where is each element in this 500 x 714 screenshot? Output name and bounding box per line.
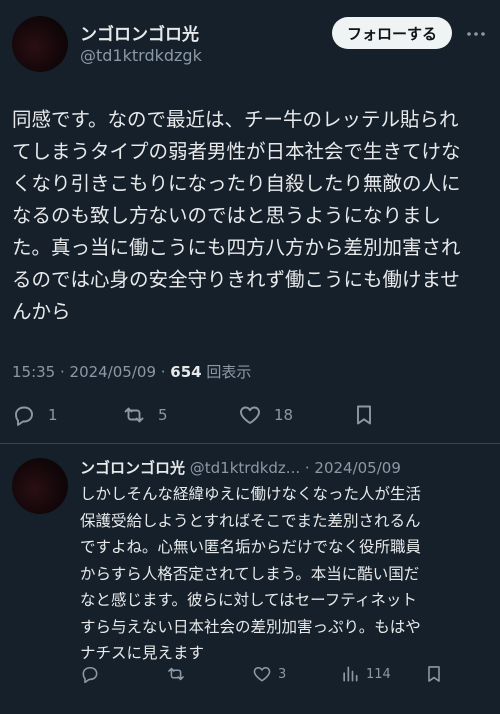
reply-like-button[interactable]: 3 bbox=[252, 664, 286, 684]
reply-button[interactable]: 1 bbox=[12, 403, 58, 427]
reply-bubble-icon bbox=[82, 666, 98, 684]
reply-retweet-button[interactable] bbox=[166, 664, 192, 684]
reply-bubble-icon bbox=[15, 406, 33, 426]
reply-display-name[interactable]: ンゴロンゴロ光 bbox=[80, 459, 185, 477]
follow-button[interactable]: フォローする bbox=[332, 17, 452, 49]
bookmark-icon bbox=[428, 666, 440, 682]
reply-views-count: 114 bbox=[366, 666, 391, 682]
like-button[interactable]: 18 bbox=[238, 403, 293, 427]
reply-views-button[interactable]: 114 bbox=[340, 664, 391, 684]
heart-icon bbox=[253, 666, 271, 682]
retweet-count: 5 bbox=[158, 406, 168, 424]
bookmark-icon bbox=[357, 405, 371, 425]
tweet-timestamp[interactable]: 15:35 · 2024/05/09 · bbox=[12, 363, 170, 381]
reply-handle[interactable]: @td1ktrdkdz... bbox=[185, 459, 300, 477]
analytics-bars-icon bbox=[343, 666, 358, 682]
retweet-icon bbox=[168, 667, 184, 681]
reply-avatar[interactable] bbox=[12, 458, 68, 514]
reply-like-count: 3 bbox=[278, 666, 287, 682]
like-count: 18 bbox=[274, 406, 294, 424]
more-dots-icon[interactable] bbox=[466, 24, 486, 44]
views-count: 654 bbox=[170, 363, 202, 381]
tweet-text: 同感です。なので最近は、チー牛のレッテル貼られ てしまうタイプの弱者男性が日本社… bbox=[12, 108, 461, 323]
reply-text: しかしそんな経緯ゆえに働けなくなった人が生活 保護受給しようとすればそこでまた差… bbox=[80, 485, 422, 662]
bookmark-button[interactable] bbox=[352, 403, 376, 427]
reply-bookmark-button[interactable] bbox=[424, 664, 444, 684]
reply-count: 1 bbox=[48, 406, 58, 424]
views-label: 回表示 bbox=[201, 363, 252, 381]
display-name[interactable]: ンゴロンゴロ光 bbox=[80, 20, 199, 45]
reply-date[interactable]: · 2024/05/09 bbox=[300, 459, 401, 477]
reply-header: ンゴロンゴロ光 @td1ktrdkdz... · 2024/05/09 bbox=[80, 457, 490, 478]
user-handle[interactable]: @td1ktrdkdzgk bbox=[80, 46, 202, 65]
heart-icon bbox=[240, 406, 260, 424]
retweet-icon bbox=[124, 407, 144, 423]
divider bbox=[0, 443, 500, 444]
avatar[interactable] bbox=[12, 16, 68, 72]
reply-reply-button[interactable] bbox=[80, 664, 106, 684]
retweet-button[interactable]: 5 bbox=[122, 403, 168, 427]
tweet-meta: 15:35 · 2024/05/09 · 654 回表示 bbox=[12, 361, 251, 382]
